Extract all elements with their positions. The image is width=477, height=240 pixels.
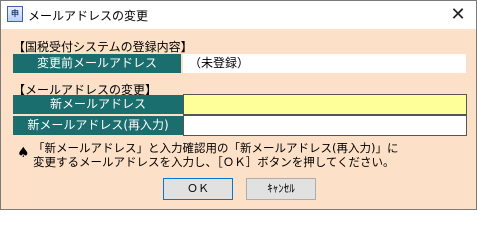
new-email-label: 新メールアドレス — [13, 95, 183, 114]
current-email-value: （未登録） — [183, 54, 466, 73]
ok-button[interactable]: ＯＫ — [163, 178, 233, 200]
new-email-input[interactable] — [183, 94, 467, 115]
title-bar[interactable]: 申 メールアドレスの変更 ✕ — [1, 1, 476, 29]
current-email-label: 変更前メールアドレス — [13, 54, 181, 73]
confirm-email-input[interactable] — [183, 115, 467, 136]
close-button[interactable]: ✕ — [440, 1, 476, 29]
spade-icon: ♠ — [17, 145, 30, 161]
instruction-line-2: 変更するメールアドレスを入力し、［ＯＫ］ボタンを押してください。 — [33, 155, 395, 169]
cancel-button[interactable]: ｷｬﾝｾﾙ — [246, 178, 316, 200]
dialog-body: 【国税受付システムの登録内容】 変更前メールアドレス （未登録） 【メールアドレ… — [1, 29, 476, 209]
instruction-line-1: 「新メールアドレス」と入力確認用の「新メールアドレス(再入力)」に — [33, 141, 399, 155]
close-icon: ✕ — [450, 4, 466, 25]
confirm-email-label: 新メールアドレス(再入力) — [13, 116, 183, 135]
registration-section-heading: 【国税受付システムの登録内容】 — [13, 40, 193, 54]
window-title: メールアドレスの変更 — [28, 9, 149, 23]
app-icon: 申 — [7, 6, 23, 22]
instruction-text: 「新メールアドレス」と入力確認用の「新メールアドレス(再入力)」に 変更するメー… — [33, 141, 398, 169]
email-change-dialog: 申 メールアドレスの変更 ✕ 【国税受付システムの登録内容】 変更前メールアドレ… — [0, 0, 477, 210]
